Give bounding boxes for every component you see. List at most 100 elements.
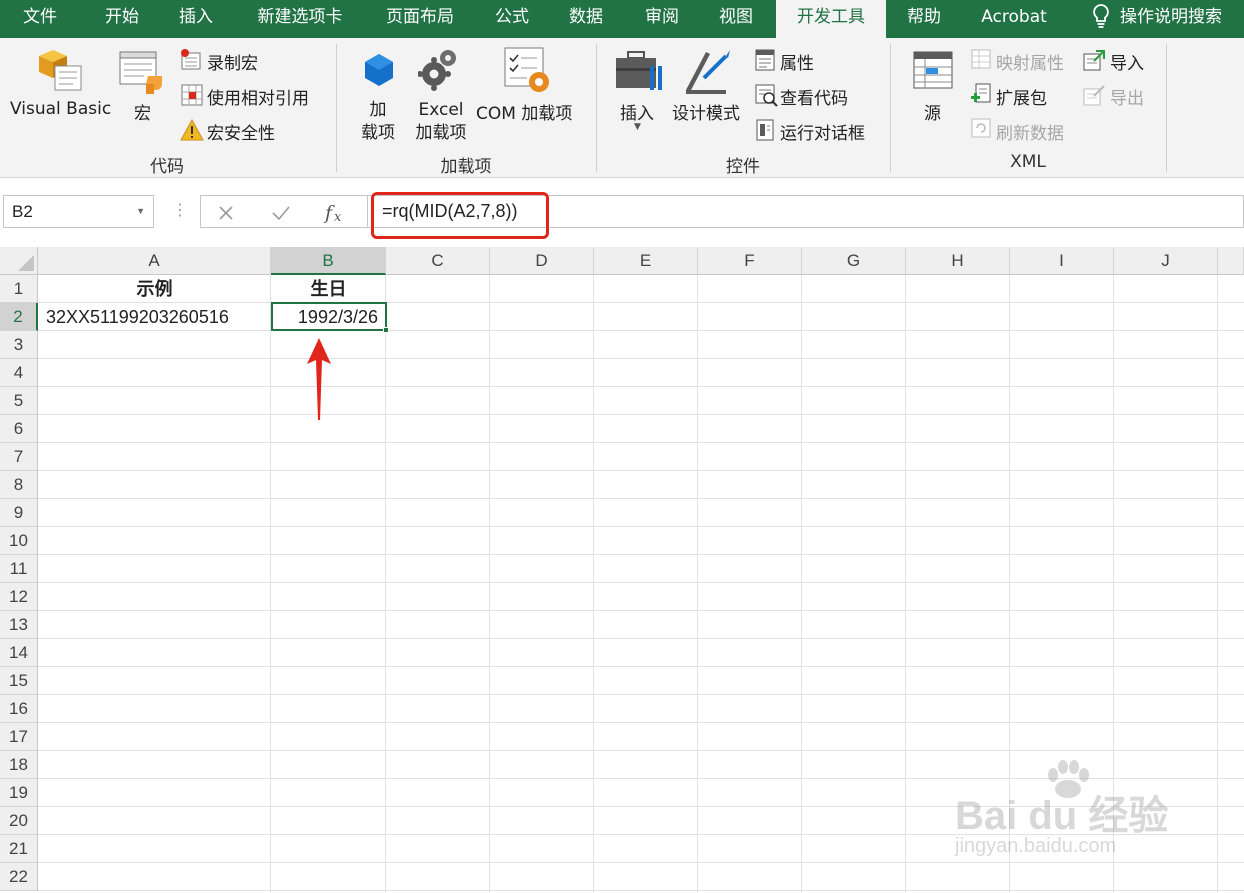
row-header[interactable]: 8 <box>0 471 38 499</box>
macros-button[interactable]: 宏 <box>134 99 151 124</box>
expansion-packs-button[interactable]: 扩展包 <box>996 84 1047 109</box>
row-header[interactable]: 14 <box>0 639 38 667</box>
group-divider <box>890 44 891 172</box>
column-header[interactable]: A <box>38 247 271 275</box>
lightbulb-icon <box>1093 4 1109 28</box>
import-icon <box>1083 50 1105 71</box>
view-code-button[interactable]: 查看代码 <box>780 84 848 109</box>
row-header[interactable]: 20 <box>0 807 38 835</box>
addins-label-line1: 加 <box>369 100 387 120</box>
row-header[interactable]: 10 <box>0 527 38 555</box>
tell-me-search[interactable]: 操作说明搜索 <box>1090 0 1222 38</box>
column-header[interactable]: G <box>802 247 906 275</box>
addins-button[interactable]: 加 载项 <box>358 99 398 145</box>
cell-a1[interactable]: 示例 <box>38 275 271 303</box>
refresh-data-button[interactable]: 刷新数据 <box>996 119 1064 144</box>
tab-file[interactable]: 文件 <box>8 0 72 38</box>
active-cell-border <box>271 302 389 333</box>
tab-page-layout[interactable]: 页面布局 <box>370 0 470 38</box>
group-divider <box>336 44 337 172</box>
view-code-icon <box>755 84 778 107</box>
macros-icon <box>119 51 162 94</box>
excel-addins-button[interactable]: Excel 加载项 <box>410 99 472 145</box>
column-header-selected[interactable]: B <box>271 247 386 275</box>
tab-insert[interactable]: 插入 <box>164 0 228 38</box>
watermark-url: jingyan.baidu.com <box>955 835 1117 857</box>
formula-bar: B2 ▼ ⋮ f x =rq(MID(A2,7,8)) <box>0 178 1244 244</box>
tab-developer[interactable]: 开发工具 <box>776 0 886 38</box>
import-button[interactable]: 导入 <box>1110 49 1144 74</box>
tab-review[interactable]: 审阅 <box>630 0 694 38</box>
row-header[interactable]: 15 <box>0 667 38 695</box>
design-mode-icon <box>686 50 730 94</box>
insert-control-button[interactable]: 插入 <box>620 99 654 124</box>
cell-a2[interactable]: 32XX51199203260516 <box>46 303 271 331</box>
row-header[interactable]: 7 <box>0 443 38 471</box>
row-header[interactable]: 9 <box>0 499 38 527</box>
watermark-brand: Bai du 经验 <box>955 794 1169 838</box>
run-dialog-icon <box>756 119 774 141</box>
row-header[interactable]: 13 <box>0 611 38 639</box>
row-header[interactable]: 17 <box>0 723 38 751</box>
formula-bar-grip[interactable]: ⋮ <box>172 200 188 219</box>
row-header[interactable]: 6 <box>0 415 38 443</box>
column-header[interactable]: I <box>1010 247 1114 275</box>
row-header[interactable]: 18 <box>0 751 38 779</box>
group-label-addins: 加载项 <box>440 157 492 177</box>
formula-buttons: f x <box>200 195 368 228</box>
export-button[interactable]: 导出 <box>1110 84 1144 109</box>
row-header[interactable]: 12 <box>0 583 38 611</box>
select-all-corner[interactable] <box>0 247 38 275</box>
macro-security-button[interactable]: 宏安全性 <box>207 119 275 144</box>
run-dialog-button[interactable]: 运行对话框 <box>780 119 865 144</box>
row-header[interactable]: 19 <box>0 779 38 807</box>
row-header[interactable]: 1 <box>0 275 38 303</box>
xml-source-button[interactable]: 源 <box>924 99 941 124</box>
row-header-selected[interactable]: 2 <box>0 303 38 331</box>
map-properties-button[interactable]: 映射属性 <box>996 49 1064 74</box>
column-header[interactable]: D <box>490 247 594 275</box>
record-macro-icon <box>181 49 201 70</box>
design-mode-button[interactable]: 设计模式 <box>672 99 740 124</box>
red-arrow-annotation <box>307 338 331 420</box>
select-all-triangle-icon <box>18 255 34 271</box>
chevron-down-icon[interactable]: ▼ <box>634 122 641 132</box>
formula-highlight-box <box>371 192 549 239</box>
row-header[interactable]: 22 <box>0 863 38 891</box>
row-header[interactable]: 4 <box>0 359 38 387</box>
row-header[interactable]: 11 <box>0 555 38 583</box>
row-header[interactable]: 16 <box>0 695 38 723</box>
toolbox-icon <box>616 51 662 90</box>
column-header[interactable] <box>1218 247 1244 275</box>
column-header[interactable]: E <box>594 247 698 275</box>
record-macro-button[interactable]: 录制宏 <box>207 49 258 74</box>
cell-b1[interactable]: 生日 <box>271 275 386 303</box>
column-header[interactable]: F <box>698 247 802 275</box>
row-header[interactable]: 3 <box>0 331 38 359</box>
com-addins-button[interactable]: COM 加载项 <box>476 99 572 124</box>
row-header[interactable]: 5 <box>0 387 38 415</box>
enter-check-icon[interactable] <box>271 204 291 222</box>
chevron-down-icon[interactable]: ▼ <box>136 196 145 227</box>
insert-function-icon[interactable]: f x <box>323 201 349 225</box>
tab-formulas[interactable]: 公式 <box>480 0 544 38</box>
cancel-icon[interactable] <box>217 204 235 222</box>
tab-help[interactable]: 帮助 <box>892 0 956 38</box>
fill-handle[interactable] <box>383 327 389 333</box>
excel-addins-label-line2: 加载项 <box>415 123 467 143</box>
name-box[interactable]: B2 ▼ <box>3 195 154 228</box>
tab-data[interactable]: 数据 <box>554 0 618 38</box>
column-header[interactable]: C <box>386 247 490 275</box>
tab-acrobat[interactable]: Acrobat <box>968 0 1060 38</box>
tab-home[interactable]: 开始 <box>90 0 154 38</box>
tab-new-tab[interactable]: 新建选项卡 <box>240 0 360 38</box>
tab-view[interactable]: 视图 <box>704 0 768 38</box>
relative-references-button[interactable]: 使用相对引用 <box>207 84 309 109</box>
column-header[interactable]: J <box>1114 247 1218 275</box>
relative-references-icon <box>181 84 203 106</box>
visual-basic-button[interactable]: Visual Basic <box>10 99 111 119</box>
com-addins-icon <box>504 47 549 92</box>
column-header[interactable]: H <box>906 247 1010 275</box>
row-header[interactable]: 21 <box>0 835 38 863</box>
properties-button[interactable]: 属性 <box>780 49 814 74</box>
